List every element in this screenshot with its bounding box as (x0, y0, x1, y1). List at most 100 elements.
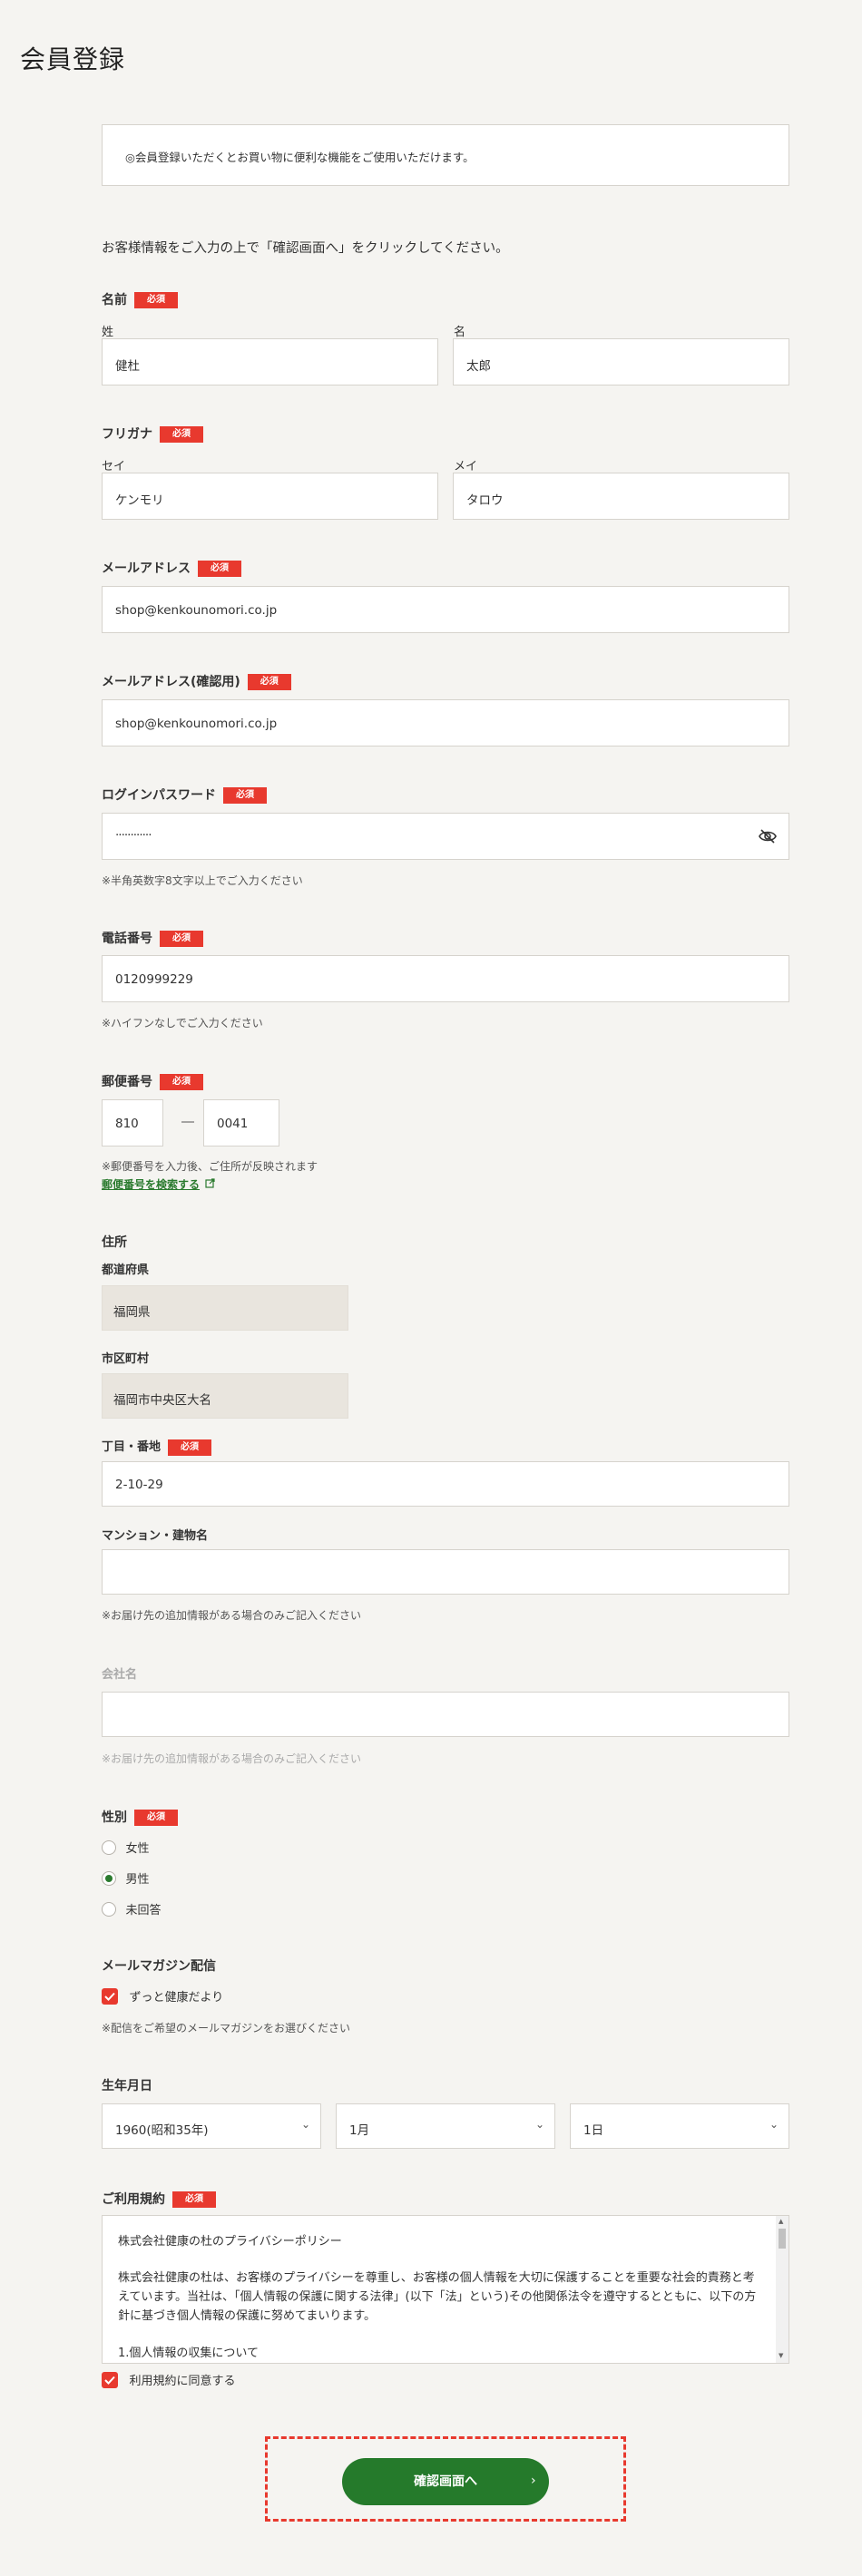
postal-label: 郵便番号 必須 (102, 1072, 203, 1090)
chevron-down-icon: ⌄ (535, 2118, 545, 2131)
postal-dash: ― (181, 1115, 194, 1129)
postal-search-link[interactable]: 郵便番号を検索する (102, 1176, 216, 1192)
terms-title: 株式会社健康の杜のプライバシーポリシー (118, 2235, 342, 2249)
street-value: 2-10-29 (115, 1478, 163, 1492)
notice-text: ◎会員登録いただくとお買い物に便利な機能をご使用いただけます。 (125, 151, 475, 164)
company-field[interactable] (102, 1692, 789, 1737)
first-name-label: 名 (454, 326, 466, 339)
gender-option-male[interactable]: 男性 (102, 1869, 149, 1887)
gender-label-text: 性別 (102, 1810, 127, 1825)
confirm-button[interactable]: 確認画面へ (342, 2458, 549, 2505)
required-badge: 必須 (134, 292, 178, 308)
required-badge: 必須 (160, 426, 203, 443)
terms-section: 1.個人情報の収集について (118, 2347, 260, 2360)
email-confirm-label-text: メールアドレス(確認用) (102, 675, 240, 689)
scroll-up-icon[interactable]: ▲ (779, 2218, 783, 2225)
phone-label-text: 電話番号 (102, 932, 152, 946)
terms-agree-label: 利用規約に同意する (129, 2375, 236, 2388)
terms-body: 株式会社健康の杜は、お客様のプライバシーを尊重し、お客様の個人情報を大切に保護す… (118, 2271, 757, 2323)
city-label: 市区町村 (102, 1352, 150, 1366)
newsletter-option-label: ずっと健康だより (129, 1991, 224, 2005)
prefecture-value: 福岡県 (113, 1305, 151, 1320)
phone-note: ※ハイフンなしでご入力ください (102, 1017, 263, 1029)
checkbox-checked-icon[interactable] (102, 2371, 118, 2388)
last-name-value: 健杜 (115, 359, 140, 374)
phone-field[interactable] (102, 955, 789, 1002)
newsletter-option[interactable]: ずっと健康だより (102, 1987, 223, 2005)
radio-none[interactable] (102, 1901, 116, 1917)
city-value: 福岡市中央区大名 (113, 1393, 211, 1408)
last-name-field[interactable] (102, 338, 438, 385)
gender-option-none[interactable]: 未回答 (102, 1900, 161, 1917)
postal-note: ※郵便番号を入力後、ご住所が反映されます (102, 1160, 318, 1173)
gender-option-female[interactable]: 女性 (102, 1839, 149, 1856)
email-label: メールアドレス 必須 (102, 559, 241, 577)
required-badge: 必須 (160, 1074, 203, 1090)
building-field[interactable] (102, 1549, 789, 1595)
required-badge: 必須 (134, 1810, 178, 1826)
chevron-down-icon: ⌄ (301, 2118, 311, 2131)
password-field[interactable] (102, 813, 789, 860)
name-label-text: 名前 (102, 293, 127, 307)
phone-value: 0120999229 (115, 972, 193, 987)
address-label: 住所 (102, 1235, 127, 1250)
first-name-field[interactable] (453, 338, 789, 385)
prefecture-label: 都道府県 (102, 1264, 150, 1277)
gender-option-label: 女性 (125, 1842, 150, 1856)
building-note: ※お届け先の追加情報がある場合のみご記入ください (102, 1609, 362, 1622)
building-label: マンション・建物名 (102, 1529, 209, 1543)
terms-label: ご利用規約 必須 (102, 2190, 216, 2208)
required-badge: 必須 (247, 674, 291, 690)
newsletter-note: ※配信をご希望のメールマガジンをお選びください (102, 2022, 351, 2034)
postal-second-value: 0041 (217, 1117, 249, 1131)
terms-agree-option[interactable]: 利用規約に同意する (102, 2371, 235, 2388)
eye-slash-icon[interactable] (759, 828, 777, 844)
checkbox-checked-icon[interactable] (102, 1987, 118, 2005)
password-note: ※半角英数字8文字以上でご入力ください (102, 874, 303, 887)
terms-scroll-box[interactable]: 株式会社健康の杜のプライバシーポリシー 株式会社健康の杜は、お客様のプライバシー… (102, 2215, 789, 2364)
radio-male[interactable] (102, 1870, 116, 1886)
last-kana-label: セイ (102, 460, 126, 473)
birth-day-value: 1日 (583, 2123, 604, 2138)
company-label: 会社名 (102, 1668, 138, 1682)
scroll-down-icon[interactable]: ▼ (779, 2352, 783, 2359)
terms-scrollbar[interactable]: ▲ ▼ (776, 2216, 789, 2363)
postal-search-link-text: 郵便番号を検索する (102, 1178, 201, 1191)
intro-text: お客様情報をご入力の上で「確認画面へ」をクリックしてください。 (102, 241, 509, 256)
chevron-down-icon: ⌄ (769, 2118, 779, 2131)
street-field[interactable] (102, 1461, 789, 1507)
newsletter-label: メールマガジン配信 (102, 1959, 216, 1974)
street-label: 丁目・番地 必須 (102, 1437, 212, 1456)
furigana-label-text: フリガナ (102, 427, 152, 442)
required-badge: 必須 (168, 1439, 212, 1456)
company-note: ※お届け先の追加情報がある場合のみご記入ください (102, 1752, 362, 1765)
required-badge: 必須 (198, 561, 241, 577)
postal-label-text: 郵便番号 (102, 1075, 152, 1089)
last-name-label: 姓 (102, 326, 114, 339)
email-confirm-value: shop@kenkounomori.co.jp (115, 717, 278, 731)
radio-female[interactable] (102, 1839, 116, 1855)
phone-label: 電話番号 必須 (102, 929, 203, 947)
password-label-text: ログインパスワード (102, 788, 216, 803)
gender-label: 性別 必須 (102, 1808, 178, 1826)
first-kana-label: メイ (454, 460, 478, 473)
last-kana-value: ケンモリ (115, 493, 164, 508)
first-name-value: 太郎 (466, 359, 491, 374)
birth-month-value: 1月 (349, 2123, 370, 2138)
required-badge: 必須 (223, 787, 267, 804)
page-title: 会員登録 (20, 44, 126, 74)
chevron-right-icon: › (531, 2474, 536, 2488)
street-label-text: 丁目・番地 (102, 1440, 162, 1454)
first-kana-field[interactable] (453, 473, 789, 520)
required-badge: 必須 (160, 931, 203, 947)
scrollbar-thumb[interactable] (779, 2229, 786, 2249)
birthday-label: 生年月日 (102, 2079, 152, 2093)
required-badge: 必須 (172, 2191, 216, 2208)
external-link-icon (205, 1177, 216, 1192)
password-value: ············ (115, 828, 152, 843)
name-label: 名前 必須 (102, 290, 178, 308)
password-label: ログインパスワード 必須 (102, 785, 267, 804)
furigana-label: フリガナ 必須 (102, 424, 203, 443)
terms-label-text: ご利用規約 (102, 2192, 165, 2207)
email-confirm-label: メールアドレス(確認用) 必須 (102, 672, 291, 690)
